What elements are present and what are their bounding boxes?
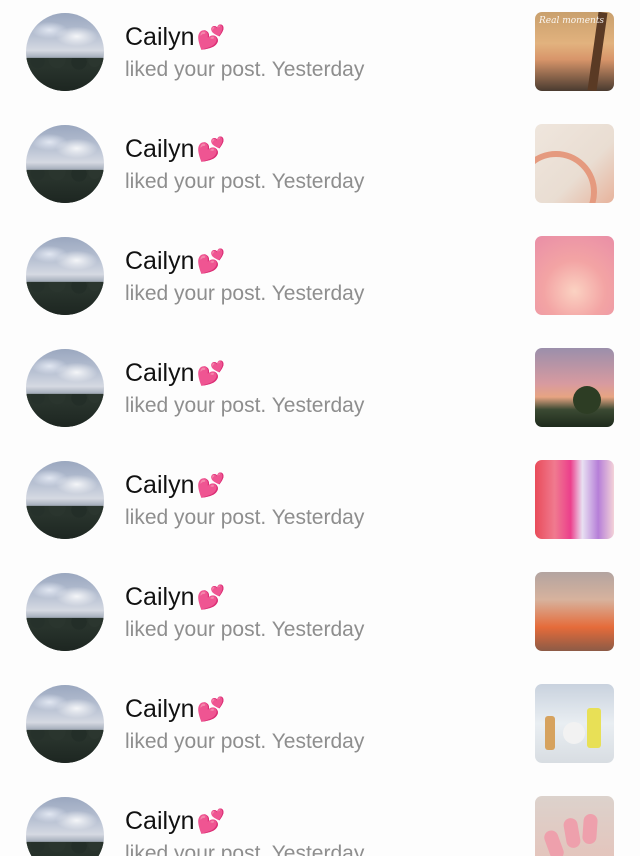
- username-text[interactable]: Cailyn: [125, 359, 194, 387]
- thumbnail-caption: Real moments: [539, 16, 605, 26]
- avatar[interactable]: [26, 349, 104, 427]
- notification-text: liked your post. Yesterday: [125, 169, 364, 195]
- username-text[interactable]: Cailyn: [125, 135, 194, 163]
- avatar[interactable]: [26, 125, 104, 203]
- notification-text: liked your post. Yesterday: [125, 281, 364, 307]
- username[interactable]: Cailyn💕: [125, 246, 225, 276]
- notification-text: liked your post. Yesterday: [125, 57, 364, 83]
- thumbnail-image: [563, 722, 585, 744]
- action-text: liked your post.: [125, 506, 267, 529]
- post-thumbnail[interactable]: [535, 460, 614, 539]
- avatar[interactable]: [26, 685, 104, 763]
- thumbnail-image: [545, 716, 555, 750]
- post-thumbnail[interactable]: [535, 124, 614, 203]
- timestamp: Yesterday: [271, 58, 365, 81]
- post-thumbnail[interactable]: [535, 684, 614, 763]
- notification-text: liked your post. Yesterday: [125, 841, 364, 856]
- avatar[interactable]: [26, 573, 104, 651]
- avatar-image: [26, 730, 104, 763]
- post-thumbnail[interactable]: [535, 348, 614, 427]
- avatar-image: [26, 282, 104, 315]
- thumbnail-image: [581, 813, 599, 845]
- username[interactable]: Cailyn💕: [125, 694, 225, 724]
- thumbnail-image: [573, 386, 601, 414]
- two-hearts-emoji: 💕: [196, 696, 226, 722]
- notification-row[interactable]: Cailyn💕 liked your post. Yesterday: [0, 336, 640, 448]
- notification-text: liked your post. Yesterday: [125, 617, 364, 643]
- thumbnail-image: [542, 828, 566, 856]
- avatar-image: [26, 394, 104, 427]
- avatar-image: [26, 170, 104, 203]
- username[interactable]: Cailyn💕: [125, 22, 225, 52]
- action-text: liked your post.: [125, 58, 267, 81]
- avatar-image: [26, 842, 104, 856]
- avatar-image: [26, 506, 104, 539]
- username[interactable]: Cailyn💕: [125, 470, 225, 500]
- notification-row[interactable]: Cailyn💕 liked your post. Yesterday: [0, 672, 640, 784]
- action-text: liked your post.: [125, 170, 267, 193]
- username[interactable]: Cailyn💕: [125, 134, 225, 164]
- action-text: liked your post.: [125, 282, 267, 305]
- username-text[interactable]: Cailyn: [125, 695, 194, 723]
- notification-row[interactable]: Cailyn💕 liked your post. Yesterday: [0, 448, 640, 560]
- timestamp: Yesterday: [271, 618, 365, 641]
- two-hearts-emoji: 💕: [196, 584, 226, 610]
- notification-row[interactable]: Cailyn💕 liked your post. Yesterday: [0, 560, 640, 672]
- two-hearts-emoji: 💕: [196, 24, 226, 50]
- notification-text: liked your post. Yesterday: [125, 729, 364, 755]
- two-hearts-emoji: 💕: [196, 360, 226, 386]
- timestamp: Yesterday: [271, 842, 365, 856]
- notification-row[interactable]: Cailyn💕 liked your post. Yesterday Real …: [0, 0, 640, 112]
- notification-row[interactable]: Cailyn💕 liked your post. Yesterday: [0, 224, 640, 336]
- avatar[interactable]: [26, 797, 104, 856]
- action-text: liked your post.: [125, 394, 267, 417]
- avatar-image: [26, 618, 104, 651]
- username-text[interactable]: Cailyn: [125, 583, 194, 611]
- action-text: liked your post.: [125, 730, 267, 753]
- avatar[interactable]: [26, 237, 104, 315]
- thumbnail-image: [535, 151, 597, 203]
- two-hearts-emoji: 💕: [196, 808, 226, 834]
- username[interactable]: Cailyn💕: [125, 806, 225, 836]
- avatar-image: [26, 58, 104, 91]
- thumbnail-image: [587, 708, 601, 748]
- username-text[interactable]: Cailyn: [125, 23, 194, 51]
- timestamp: Yesterday: [271, 506, 365, 529]
- action-text: liked your post.: [125, 618, 267, 641]
- timestamp: Yesterday: [271, 394, 365, 417]
- timestamp: Yesterday: [271, 730, 365, 753]
- notification-row[interactable]: Cailyn💕 liked your post. Yesterday: [0, 784, 640, 856]
- notification-text: liked your post. Yesterday: [125, 505, 364, 531]
- post-thumbnail[interactable]: [535, 572, 614, 651]
- username-text[interactable]: Cailyn: [125, 471, 194, 499]
- two-hearts-emoji: 💕: [196, 472, 226, 498]
- notification-text: liked your post. Yesterday: [125, 393, 364, 419]
- action-text: liked your post.: [125, 842, 267, 856]
- activity-feed: Cailyn💕 liked your post. Yesterday Real …: [0, 0, 640, 856]
- timestamp: Yesterday: [271, 282, 365, 305]
- avatar[interactable]: [26, 461, 104, 539]
- username-text[interactable]: Cailyn: [125, 807, 194, 835]
- username[interactable]: Cailyn💕: [125, 358, 225, 388]
- post-thumbnail[interactable]: [535, 236, 614, 315]
- avatar[interactable]: [26, 13, 104, 91]
- username[interactable]: Cailyn💕: [125, 582, 225, 612]
- timestamp: Yesterday: [271, 170, 365, 193]
- notification-row[interactable]: Cailyn💕 liked your post. Yesterday: [0, 112, 640, 224]
- post-thumbnail[interactable]: [535, 796, 614, 856]
- two-hearts-emoji: 💕: [196, 136, 226, 162]
- two-hearts-emoji: 💕: [196, 248, 226, 274]
- thumbnail-image: [562, 817, 582, 849]
- username-text[interactable]: Cailyn: [125, 247, 194, 275]
- post-thumbnail[interactable]: Real moments: [535, 12, 614, 91]
